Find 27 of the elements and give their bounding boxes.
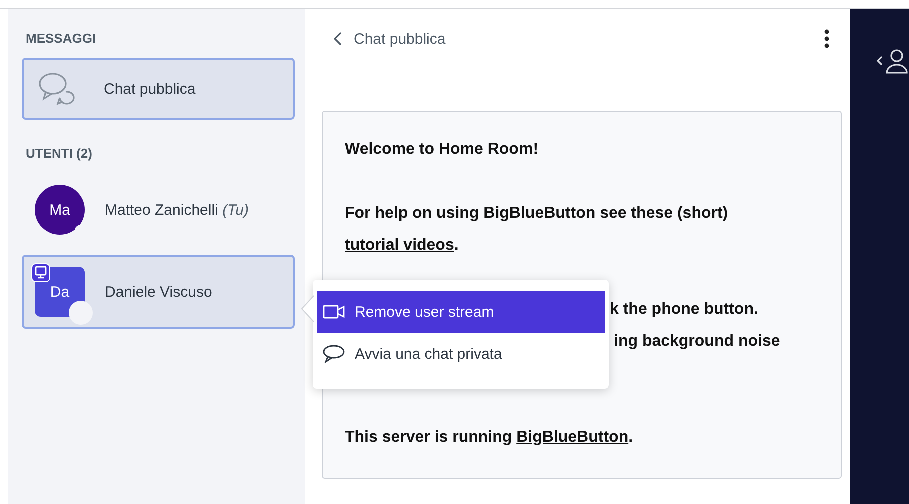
more-options-button[interactable] [824, 29, 830, 49]
user-name: Daniele Viscuso [105, 284, 212, 300]
kebab-menu-icon [824, 29, 830, 49]
message-text: k the phone button. [610, 300, 758, 320]
section-heading: UTENTI (2) [26, 146, 94, 161]
user-avatar: Ma [35, 185, 85, 235]
user-name: Matteo Zanichelli (Tu) [105, 202, 249, 218]
text-link[interactable]: BigBlueButton [516, 429, 629, 446]
section-heading: MESSAGGI [26, 31, 98, 46]
video-camera-icon [323, 305, 345, 319]
back-button[interactable]: Chat pubblica [334, 30, 446, 48]
chevron-left-icon [334, 32, 342, 46]
user-list-item[interactable]: Ma Matteo Zanichelli (Tu) [22, 173, 295, 247]
message-text: For help on using BigBlueButton see these (short) tutorial videos. [345, 204, 730, 256]
chat-bubbles-icon [38, 71, 78, 107]
menu-item[interactable]: Avvia una chat privata [317, 333, 605, 375]
user-icon [875, 49, 909, 75]
message-text: Welcome to Home Room! [345, 140, 540, 160]
chat-list-item[interactable]: Chat pubblica [22, 58, 295, 120]
status-dot [69, 301, 93, 325]
message-text: ing background noise [614, 332, 780, 352]
user-list-item[interactable]: Da Daniele Viscuso [22, 255, 295, 329]
speech-bubble-icon [323, 345, 345, 363]
chat-name: Chat pubblica [104, 80, 196, 98]
text-link[interactable]: tutorial videos [345, 237, 454, 254]
menu-item[interactable]: Remove user stream [317, 291, 605, 333]
message-text: This server is running BigBlueButton. [345, 428, 634, 448]
